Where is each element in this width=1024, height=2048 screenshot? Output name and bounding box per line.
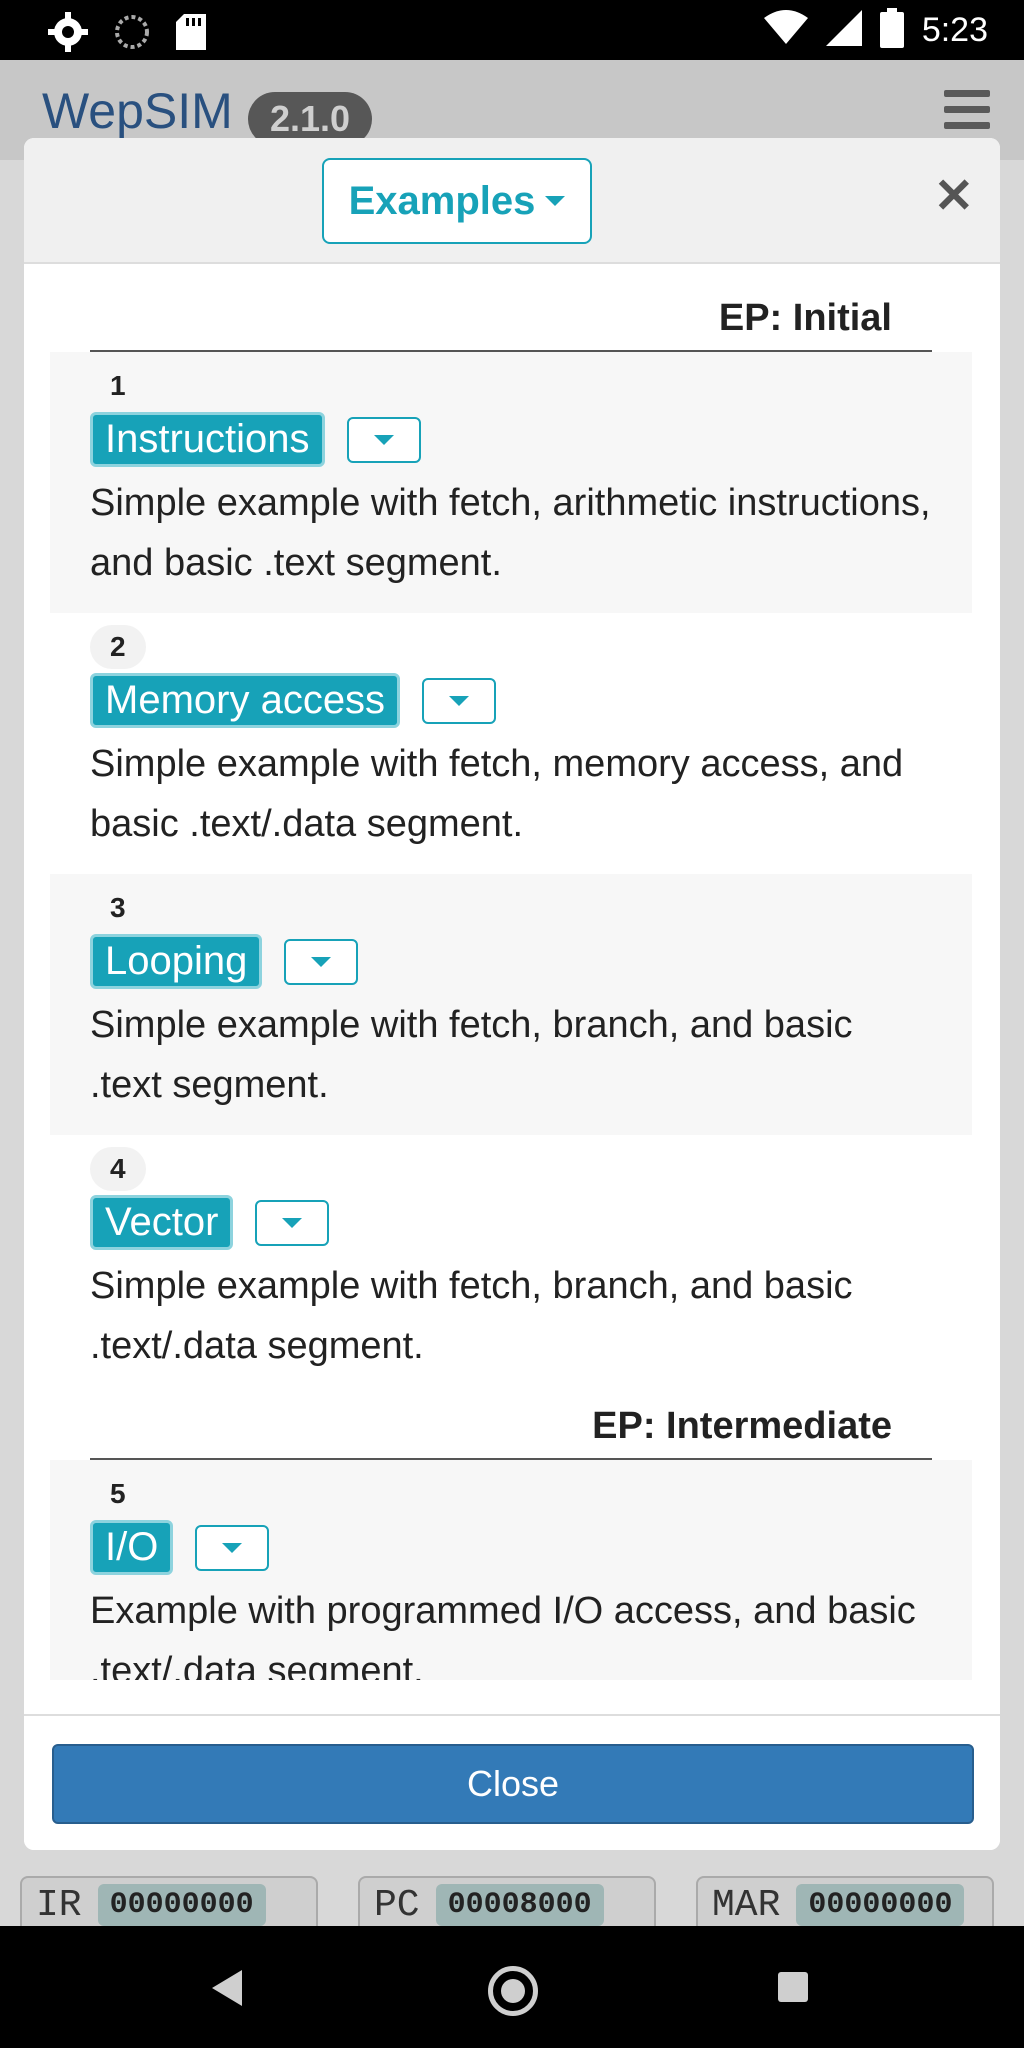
recent-apps-icon[interactable] xyxy=(778,1972,808,2002)
example-item: 2 Memory access Simple example with fetc… xyxy=(50,613,972,874)
caret-down-icon xyxy=(373,434,394,445)
clock: 5:23 xyxy=(921,11,988,49)
navigation-bar xyxy=(0,1926,1024,2048)
register-bar: IR 00000000 PC 00008000 MAR 00000000 xyxy=(0,1868,1024,1934)
example-description: Simple example with fetch, memory access… xyxy=(90,743,904,845)
settings-icon xyxy=(48,12,88,57)
register-value: 00000000 xyxy=(796,1884,965,1926)
example-description: Simple example with fetch, branch, and b… xyxy=(90,1004,853,1106)
example-number: 4 xyxy=(90,1147,146,1191)
app-title: WepSIM xyxy=(42,83,233,139)
home-icon[interactable] xyxy=(488,1966,538,2016)
example-item: 5 I/O Example with programmed I/O access… xyxy=(50,1460,972,1680)
example-description: Simple example with fetch, branch, and b… xyxy=(90,1265,853,1367)
example-description: Example with programmed I/O access, and … xyxy=(90,1590,916,1680)
example-options-button[interactable] xyxy=(422,677,497,724)
register-value: 00000000 xyxy=(97,1884,266,1926)
sd-card-icon xyxy=(176,14,206,55)
example-options-button[interactable] xyxy=(284,938,359,985)
example-number: 5 xyxy=(110,1478,126,1509)
register-name: MAR xyxy=(712,1883,781,1927)
example-description: Simple example with fetch, arithmetic in… xyxy=(90,482,931,584)
caret-down-icon xyxy=(282,1217,303,1228)
example-load-button[interactable]: Looping xyxy=(90,934,263,989)
example-options-button[interactable] xyxy=(195,1524,270,1571)
section-title: EP: Initial xyxy=(50,288,972,352)
signal-icon xyxy=(825,10,862,51)
examples-modal: Examples ✕ EP: Initial 1 Instructions Si… xyxy=(24,138,1000,1850)
example-number: 1 xyxy=(110,370,126,401)
caret-down-icon xyxy=(449,695,470,706)
battery-icon xyxy=(879,8,904,53)
example-load-button[interactable]: I/O xyxy=(90,1520,174,1575)
close-button[interactable]: Close xyxy=(52,1744,974,1824)
status-bar: 5:23 xyxy=(0,0,1024,60)
register-name: IR xyxy=(36,1883,82,1927)
register-value: 00008000 xyxy=(435,1884,604,1926)
wifi-icon xyxy=(763,10,808,51)
example-load-button[interactable]: Vector xyxy=(90,1195,234,1250)
examples-dropdown-button[interactable]: Examples xyxy=(322,158,592,244)
example-item: 4 Vector Simple example with fetch, bran… xyxy=(50,1135,972,1396)
example-item: 3 Looping Simple example with fetch, bra… xyxy=(50,874,972,1135)
example-number: 2 xyxy=(90,625,146,669)
sync-icon xyxy=(114,14,150,55)
menu-icon[interactable] xyxy=(944,90,990,138)
modal-footer: Close xyxy=(24,1714,1000,1850)
example-number: 3 xyxy=(110,892,126,923)
caret-down-icon xyxy=(311,956,332,967)
back-icon[interactable] xyxy=(212,1970,242,2006)
example-load-button[interactable]: Instructions xyxy=(90,412,325,467)
modal-header: Examples ✕ xyxy=(24,138,1000,264)
example-item: 1 Instructions Simple example with fetch… xyxy=(50,352,972,613)
example-options-button[interactable] xyxy=(255,1199,330,1246)
section-title: EP: Intermediate xyxy=(50,1396,972,1460)
caret-down-icon xyxy=(222,1542,243,1553)
close-icon[interactable]: ✕ xyxy=(934,168,974,224)
register-name: PC xyxy=(374,1883,420,1927)
examples-list[interactable]: EP: Initial 1 Instructions Simple exampl… xyxy=(50,288,972,1680)
example-options-button[interactable] xyxy=(346,416,421,463)
example-load-button[interactable]: Memory access xyxy=(90,673,401,728)
examples-dropdown-label: Examples xyxy=(348,178,536,223)
caret-down-icon xyxy=(545,196,566,206)
